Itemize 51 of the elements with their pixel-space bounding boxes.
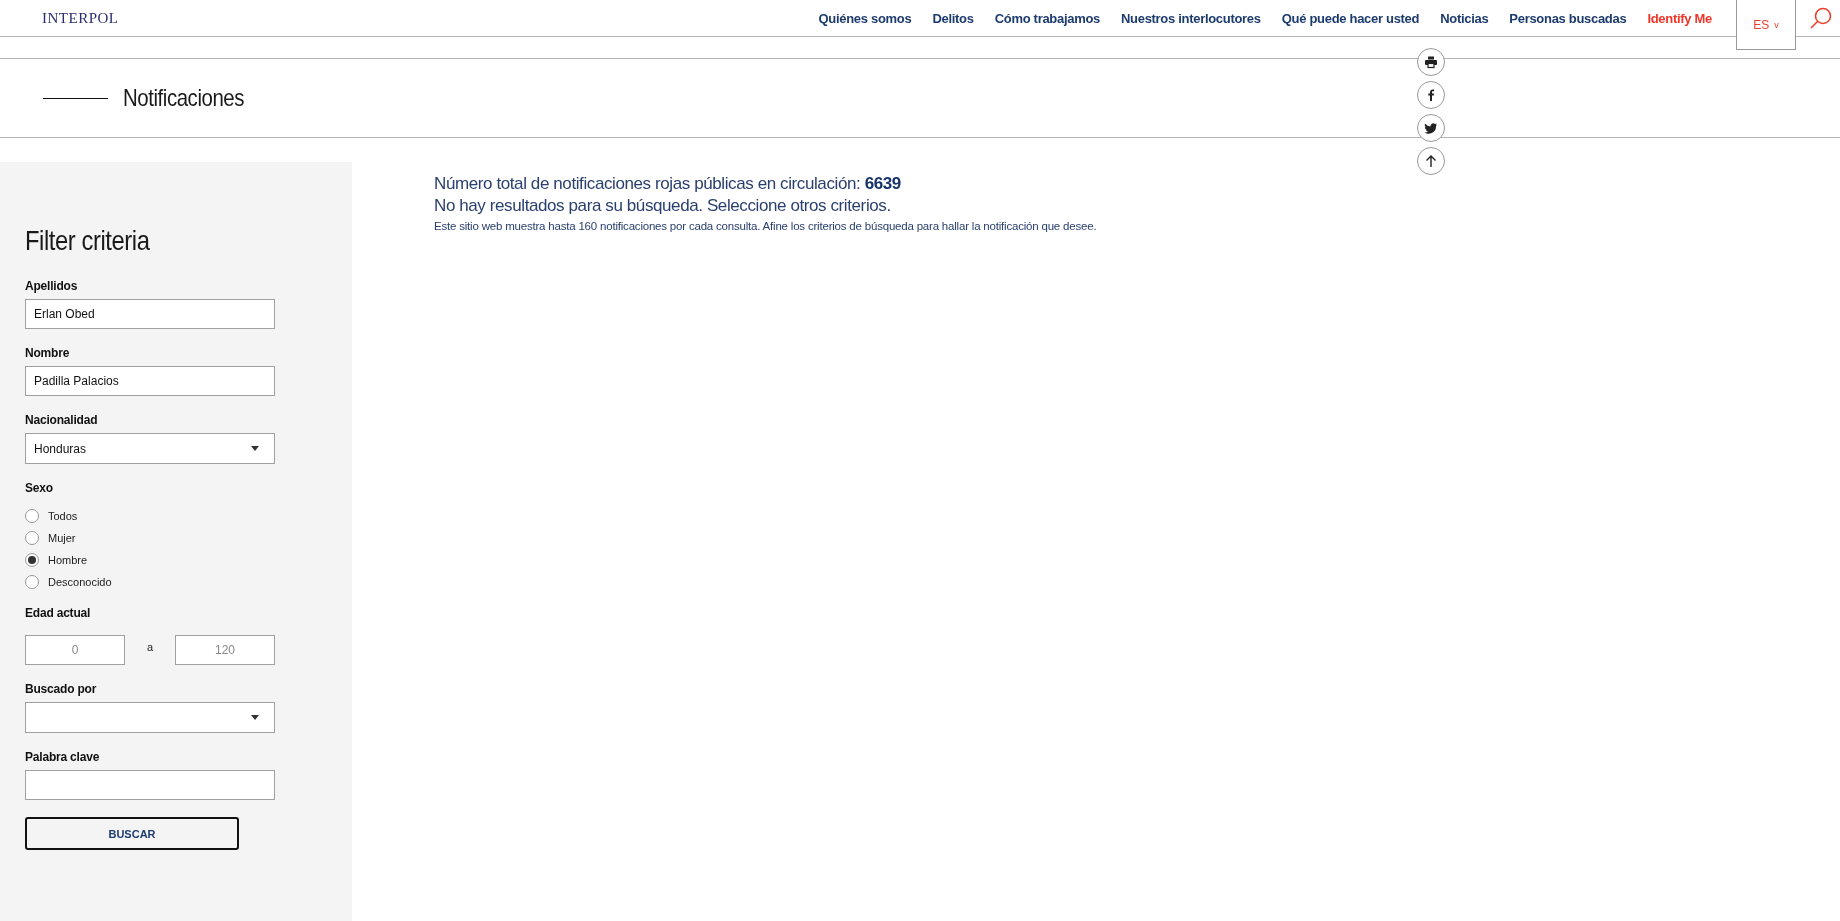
radio-button[interactable] [25,575,39,589]
field-label: Sexo [25,481,54,495]
radio-label[interactable]: Hombre [48,554,88,566]
field-label: Apellidos [25,279,79,293]
page-title: Notificaciones [123,84,245,112]
text-field[interactable] [25,770,275,800]
printer-icon [1424,55,1438,69]
nav-link[interactable]: Cómo trabajamos [994,10,1100,26]
field-label: Nacionalidad [25,413,99,427]
filter-title: Filter criteria [25,225,150,257]
language-selector[interactable]: ES v [1736,0,1796,50]
caret-icon [251,715,259,720]
field-label: Nombre [25,346,71,360]
radio-label[interactable]: Desconocido [48,576,112,588]
text-field[interactable]: Padilla Palacios [25,366,275,396]
nav-link[interactable]: Nuestros interlocutores [1120,10,1261,26]
bird-icon [1424,121,1438,135]
nav-link[interactable]: Quiénes somos [818,10,912,26]
age-to-field[interactable]: 120 [175,635,275,665]
range-separator: a [145,641,155,653]
dropdown[interactable] [25,702,275,733]
nav-link[interactable]: Identify Me [1647,10,1712,26]
field-label: Edad actual [25,606,92,620]
radio-label[interactable]: Mujer [48,532,76,544]
no-results-message: No hay resultados para su búsqueda. Seleccione otros criterios. [434,196,892,216]
nav-link[interactable]: Noticias [1440,10,1489,26]
back-to-top-button[interactable] [1417,147,1445,175]
total-count-text: Número total de notificaciones rojas públicas en circulación: 6639 [434,174,902,194]
nav-link[interactable]: Personas buscadas [1509,10,1627,26]
twitter-button[interactable] [1417,114,1445,142]
radio-button[interactable] [25,553,39,567]
up-arrow-icon [1424,154,1438,168]
caret-icon [251,446,259,451]
search-icon[interactable] [1810,7,1832,29]
nav-link[interactable]: Qué puede hacer usted [1281,10,1420,26]
search-note: Este sitio web muestra hasta 160 notificaciones por cada consulta. Afine los criterios de búsqueda para hallar la notificación que desee. [434,220,1097,232]
age-from-field[interactable]: 0 [25,635,125,665]
text-field[interactable]: Erlan Obed [25,299,275,329]
search-button[interactable]: BUSCAR [25,817,239,850]
radio-button[interactable] [25,509,39,523]
nav-link[interactable]: Delitos [932,10,974,26]
facebook-button[interactable] [1417,81,1445,109]
dropdown[interactable]: Honduras [25,433,275,464]
caret-icon: v [1774,19,1779,30]
print-button[interactable] [1417,48,1445,76]
field-label: Buscado por [25,682,98,696]
language-code: ES [1753,17,1770,32]
radio-label[interactable]: Todos [48,510,78,522]
logo[interactable]: INTERPOL [42,9,119,27]
radio-button[interactable] [25,531,39,545]
field-label: Palabra clave [25,750,101,764]
